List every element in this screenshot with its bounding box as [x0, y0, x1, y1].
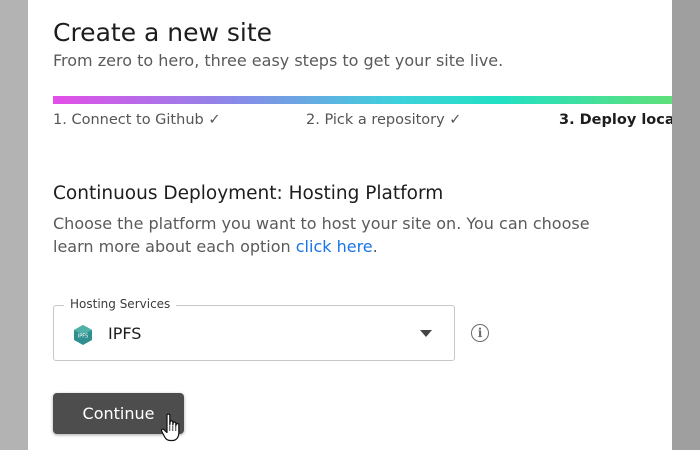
section-title: Continuous Deployment: Hosting Platform: [53, 183, 444, 204]
background-area: [672, 0, 700, 450]
step-pick-repository: 2. Pick a repository ✓: [306, 112, 462, 128]
hosting-services-select[interactable]: Hosting Services IPFS IPFS: [53, 297, 455, 361]
info-icon[interactable]: i: [471, 324, 489, 342]
description-line-2: learn more about each option click here.: [53, 235, 590, 258]
progress-bar: [53, 96, 672, 104]
description-suffix: .: [372, 237, 378, 256]
hosting-services-label: Hosting Services: [64, 297, 177, 311]
hand-cursor-icon: [160, 413, 180, 442]
description-line-1: Choose the platform you want to host you…: [53, 214, 590, 233]
page-subtitle: From zero to hero, three easy steps to g…: [53, 51, 504, 70]
click-here-link[interactable]: click here: [296, 237, 373, 256]
step-deploy: 3. Deploy loca: [559, 112, 672, 128]
chevron-down-icon[interactable]: [420, 330, 432, 337]
ipfs-icon: IPFS: [74, 325, 92, 345]
ipfs-icon-text: IPFS: [78, 334, 88, 340]
step-connect-github: 1. Connect to Github ✓: [53, 112, 221, 128]
page-title: Create a new site: [53, 18, 273, 47]
description-prefix: learn more about each option: [53, 237, 296, 256]
section-description: Choose the platform you want to host you…: [53, 212, 590, 258]
create-site-panel: Create a new site From zero to hero, thr…: [28, 0, 672, 450]
hosting-services-value: IPFS: [108, 324, 142, 343]
